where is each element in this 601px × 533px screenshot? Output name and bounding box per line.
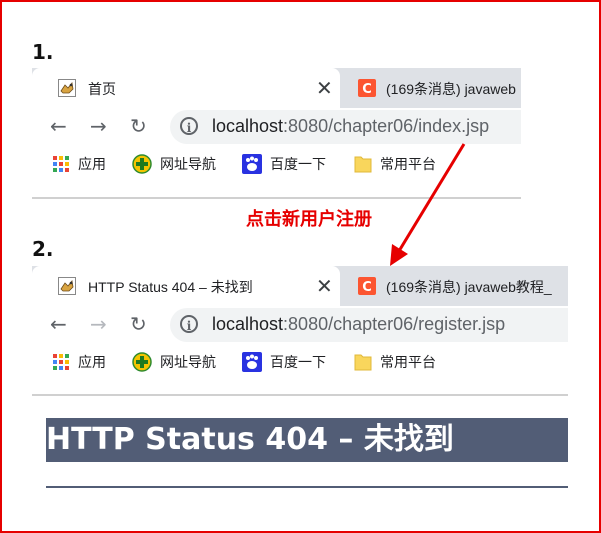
tab-strip: 首页 ✕ C (169条消息) javaweb xyxy=(32,68,521,108)
error-heading: HTTP Status 404 – 未找到 xyxy=(46,418,568,462)
bookmark-baidu[interactable]: 百度一下 xyxy=(242,154,326,174)
close-tab-icon[interactable]: ✕ xyxy=(316,76,333,100)
tab-title-csdn: (169条消息) javaweb xyxy=(386,81,516,97)
tab-404[interactable]: HTTP Status 404 – 未找到 ✕ xyxy=(32,266,340,306)
separator-2 xyxy=(32,394,568,396)
csdn-icon: C xyxy=(358,277,376,295)
folder-icon xyxy=(354,156,372,173)
toolbar: ← → ↻ i localhost:8080/chapter06/index.j… xyxy=(32,108,521,144)
bookmark-nav[interactable]: 网址导航 xyxy=(132,352,216,372)
tab-title-csdn: (169条消息) javaweb教程_ xyxy=(386,279,552,295)
red-arrow-icon xyxy=(390,143,466,266)
step-number-1: 1. xyxy=(32,40,54,64)
reload-icon[interactable]: ↻ xyxy=(130,114,147,138)
bookmark-apps[interactable]: 应用 xyxy=(52,154,106,174)
folder-icon xyxy=(354,354,372,371)
svg-text:C: C xyxy=(362,82,372,97)
toolbar: ← → ↻ i localhost:8080/chapter06/registe… xyxy=(32,306,568,342)
tab-home[interactable]: 首页 ✕ xyxy=(32,68,340,108)
apps-grid-icon xyxy=(53,156,69,172)
back-icon[interactable]: ← xyxy=(50,114,67,138)
forward-icon[interactable]: → xyxy=(90,114,107,138)
annotation-text: 点击新用户注册 xyxy=(246,209,372,230)
tab-csdn[interactable]: C (169条消息) javaweb xyxy=(346,68,521,108)
back-icon[interactable]: ← xyxy=(50,312,67,336)
tab-title-home: 首页 xyxy=(88,81,116,97)
url-text: localhost:8080/chapter06/index.jsp xyxy=(212,116,490,136)
tab-csdn[interactable]: C (169条消息) javaweb教程_ xyxy=(346,266,568,306)
error-divider xyxy=(46,486,568,488)
bookmark-baidu[interactable]: 百度一下 xyxy=(242,352,326,372)
address-bar[interactable]: i localhost:8080/chapter06/index.jsp xyxy=(170,110,521,144)
info-icon[interactable]: i xyxy=(180,315,198,333)
bookmark-apps[interactable]: 应用 xyxy=(52,352,106,372)
tab-strip: HTTP Status 404 – 未找到 ✕ C (169条消息) javaw… xyxy=(32,266,568,306)
forward-icon[interactable]: → xyxy=(90,312,107,336)
tomcat-icon xyxy=(58,277,76,295)
bookmarks-bar: 应用 网址导航 百度一下 常用平台 xyxy=(32,342,568,380)
svg-text:C: C xyxy=(362,280,372,295)
address-bar[interactable]: i localhost:8080/chapter06/register.jsp xyxy=(170,308,568,342)
bookmark-folder[interactable]: 常用平台 xyxy=(354,352,436,372)
tomcat-icon xyxy=(58,79,76,97)
close-tab-icon[interactable]: ✕ xyxy=(316,274,333,298)
browser-window-2: HTTP Status 404 – 未找到 ✕ C (169条消息) javaw… xyxy=(32,266,568,396)
apps-grid-icon xyxy=(53,354,69,370)
baidu-paw-icon xyxy=(242,154,262,174)
bookmark-nav[interactable]: 网址导航 xyxy=(132,154,216,174)
tab-title-404: HTTP Status 404 – 未找到 xyxy=(88,279,253,295)
url-text: localhost:8080/chapter06/register.jsp xyxy=(212,314,506,334)
info-icon[interactable]: i xyxy=(180,117,198,135)
green-plus-icon xyxy=(132,352,152,372)
csdn-icon: C xyxy=(358,79,376,97)
reload-icon[interactable]: ↻ xyxy=(130,312,147,336)
green-plus-icon xyxy=(132,154,152,174)
baidu-paw-icon xyxy=(242,352,262,372)
step-number-2: 2. xyxy=(32,237,54,261)
